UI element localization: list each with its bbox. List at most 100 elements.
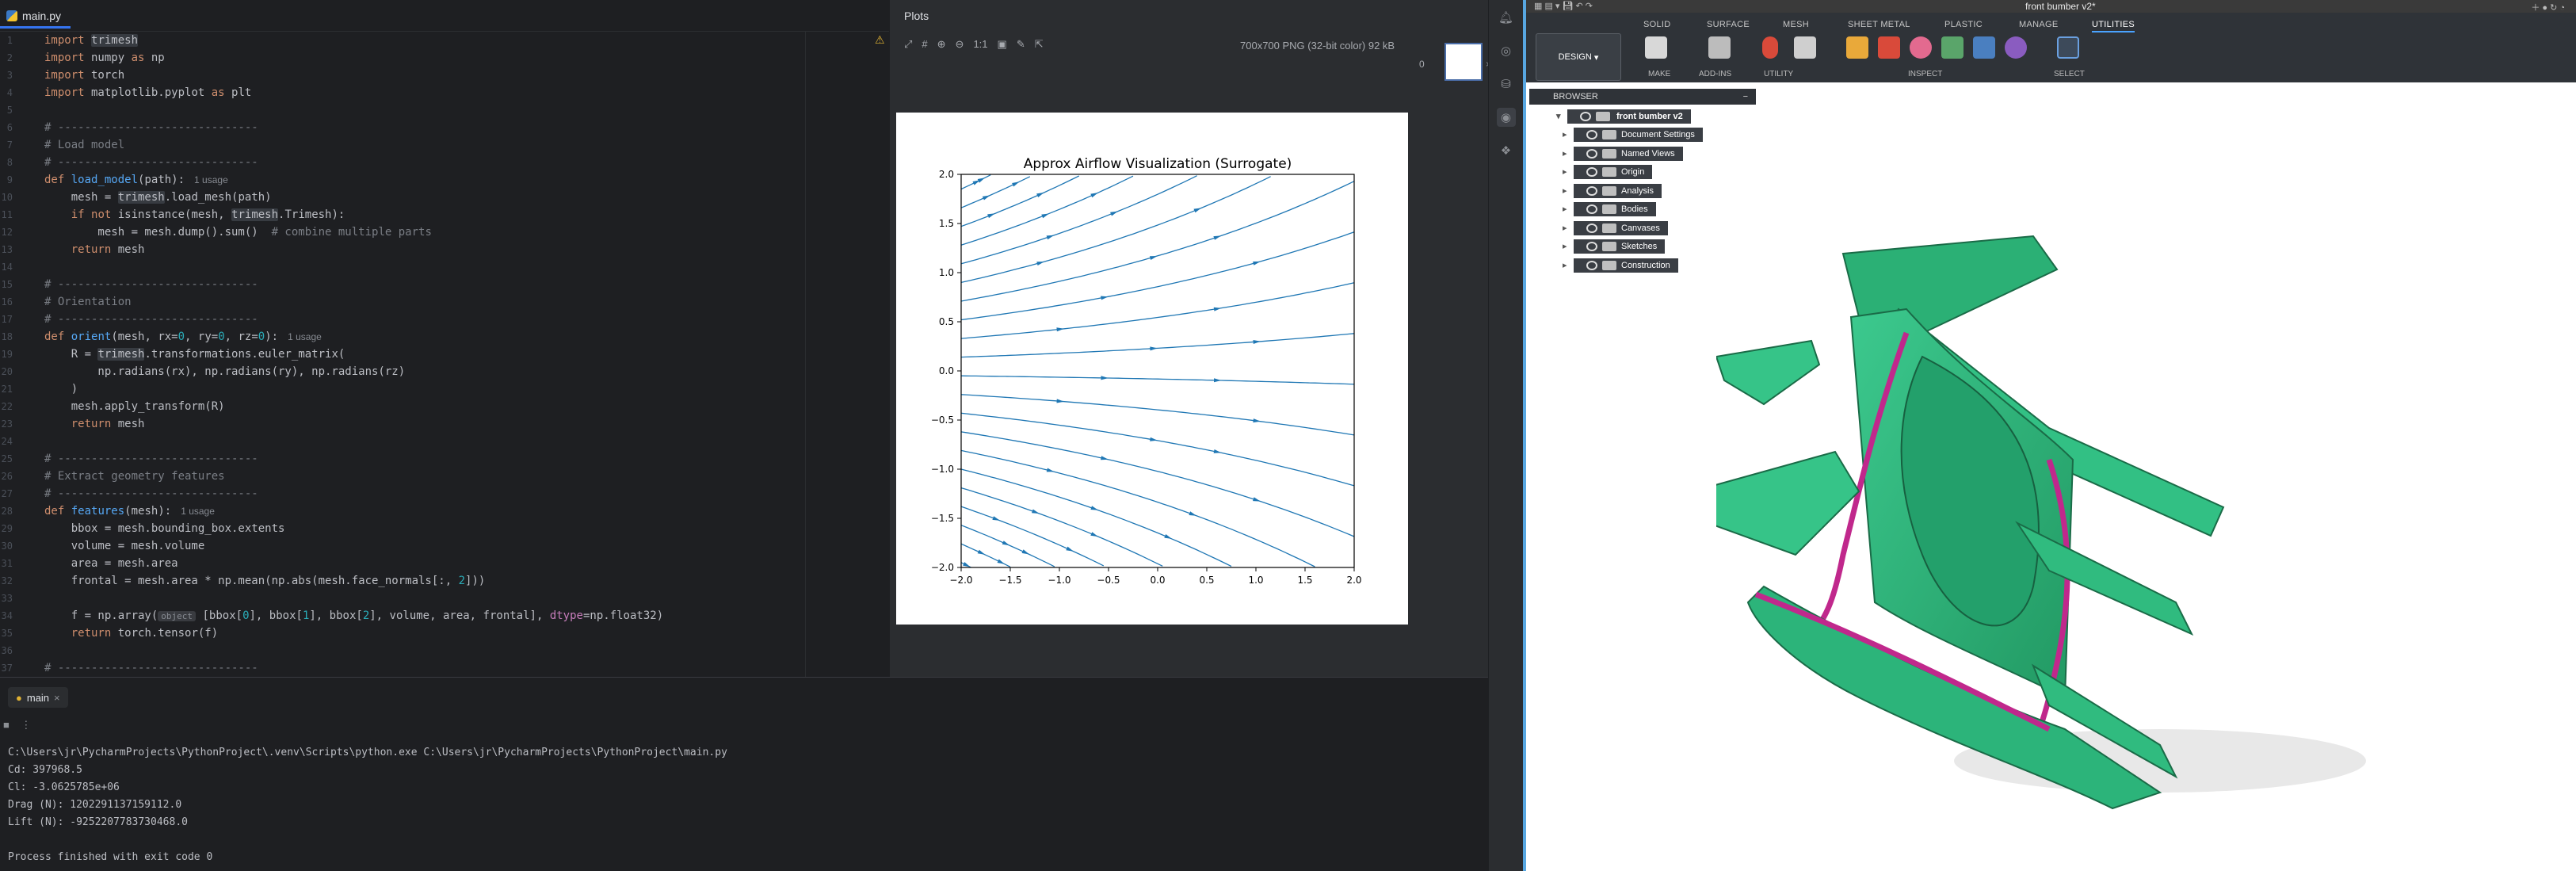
warning-icon[interactable]: ⚠ [875,33,885,47]
code-line[interactable]: import trimesh [44,32,837,49]
browser-header[interactable]: BROWSER − [1529,89,1756,105]
code-line[interactable]: volume = mesh.volume [44,537,837,555]
zoom-in-icon[interactable]: ⊕ [937,38,946,51]
code-line[interactable]: # ------------------------------ [44,154,837,171]
tree-item[interactable]: ▸ Analysis [1563,183,1662,198]
code-line[interactable]: # Extract geometry features [44,468,837,485]
group-select[interactable]: SELECT [2054,70,2085,78]
code-line[interactable] [44,433,837,450]
section-icon[interactable] [1973,36,1995,59]
code-editor[interactable]: 1 2 3 4 5 6 7 8 9 10 11 12 13 14 15 16 17 18 19 20 21 22 23 24 2… [0,32,889,677]
plots-tool-icon[interactable]: ◉ [1496,108,1516,127]
eye-icon[interactable] [1580,112,1591,121]
group-make[interactable]: MAKE [1648,70,1670,78]
code-line[interactable]: # ------------------------------ [44,659,837,677]
select-icon[interactable] [2057,36,2079,59]
group-add-ins[interactable]: ADD-INS [1699,70,1731,78]
code-line[interactable]: # ------------------------------ [44,450,837,468]
code-line[interactable]: import torch [44,67,837,84]
file-tab-main[interactable]: main.py [0,5,71,29]
code-line[interactable]: return mesh [44,241,837,258]
run-tab-main[interactable]: ● main × [8,687,68,708]
tree-item[interactable]: ▸ Canvases [1563,220,1668,235]
app-menu-icon[interactable]: ▦ ▤ ▾ 💾︎ ↶ ↷ [1534,1,1593,11]
code-line[interactable]: def orient(mesh, rx=0, ry=0, rz=0): 1 usa… [44,328,837,346]
code-line[interactable]: # Load model [44,136,837,154]
code-line[interactable]: if not isinstance(mesh, trimesh.Trimesh)… [44,206,837,223]
collapse-icon[interactable]: − [1743,89,1748,105]
tree-item[interactable]: ▸ Document Settings [1563,128,1703,142]
color-picker-icon[interactable]: ✎ [1017,38,1025,51]
code-line[interactable]: return torch.tensor(f) [44,625,837,642]
add-ins-icon[interactable] [1708,36,1731,59]
tree-item[interactable]: ▸ Named Views [1563,146,1683,161]
grid-icon[interactable]: # [922,38,927,51]
code-line[interactable]: # Orientation [44,293,837,311]
zoom-out-icon[interactable]: ⊖ [956,38,964,51]
plot-thumbnail[interactable] [1444,43,1483,81]
code-line[interactable]: # ------------------------------ [44,485,837,502]
code-line[interactable]: np.radians(rx), np.radians(ry), np.radia… [44,363,837,380]
tree-item[interactable]: ▸ Origin [1563,165,1653,179]
code-line[interactable]: def features(mesh): 1 usage [44,502,837,520]
group-inspect[interactable]: INSPECT [1908,70,1942,78]
code-line[interactable]: f = np.array(object [bbox[0], bbox[1], b… [44,607,837,625]
tree-root[interactable]: ▾ front bumber v2 [1556,109,1691,124]
code-line[interactable] [44,590,837,607]
tab-utilities[interactable]: UTILITIES [2092,20,2135,32]
stop-icon[interactable]: ■ [3,719,10,731]
group-utility[interactable]: UTILITY [1764,70,1793,78]
database-icon[interactable]: ⛁ [1497,74,1516,94]
workspace-switcher[interactable]: DESIGN ▾ [1536,33,1621,81]
notifications-icon[interactable]: 🔔︎ [1497,8,1516,27]
code-line[interactable]: def load_model(path): 1 usage [44,171,837,189]
code-area[interactable]: import trimesh import numpy as np import t… [44,32,837,677]
caret-down-icon[interactable]: ▾ [1556,109,1561,124]
more-icon[interactable]: ⋮ [21,719,31,731]
tree-item[interactable]: ▸ Construction [1563,258,1678,273]
zebra-icon[interactable] [1941,36,1963,59]
code-line[interactable]: mesh = mesh.dump().sum() # combine multi… [44,223,837,241]
code-line[interactable]: # ------------------------------ [44,119,837,136]
traffic-light-icon[interactable] [1762,36,1778,59]
tab-surface[interactable]: SURFACE [1707,20,1750,29]
make-icon[interactable] [1645,36,1667,59]
code-line[interactable]: mesh.apply_transform(R) [44,398,837,415]
code-line[interactable]: import numpy as np [44,49,837,67]
code-line[interactable]: bbox = mesh.bounding_box.extents [44,520,837,537]
actual-size-button[interactable]: 1:1 [973,38,987,51]
tree-item[interactable]: ▸ Bodies [1563,202,1656,216]
close-icon[interactable]: × [54,692,60,704]
console-output[interactable]: C:\Users\jr\PycharmProjects\PythonProjec… [8,744,727,866]
ai-assistant-icon[interactable]: ◎ [1497,41,1516,60]
code-line[interactable]: ) [44,380,837,398]
code-line[interactable]: mesh = trimesh.load_mesh(path) [44,189,837,206]
code-line[interactable] [44,101,837,119]
display-component-icon[interactable] [2005,36,2027,59]
python-packages-icon[interactable]: ❖ [1497,141,1516,160]
tree-item[interactable]: ▸ Sketches [1563,239,1666,254]
fit-icon[interactable]: ⤢ [904,38,912,51]
3d-model-viewport[interactable] [1716,222,2414,871]
measure-icon[interactable] [1846,36,1868,59]
code-line[interactable]: # ------------------------------ [44,276,837,293]
code-line[interactable]: import matplotlib.pyplot as plt [44,84,837,101]
tab-manage[interactable]: MANAGE [2019,20,2058,29]
code-line[interactable]: return mesh [44,415,837,433]
export-icon[interactable]: ⇱ [1035,38,1044,51]
background-icon[interactable]: ▣ [998,38,1007,51]
code-line[interactable]: area = mesh.area [44,555,837,572]
tab-mesh[interactable]: MESH [1783,20,1809,29]
tab-plastic[interactable]: PLASTIC [1944,20,1983,29]
tab-sheet-metal[interactable]: SHEET METAL [1848,20,1910,29]
code-line[interactable] [44,642,837,659]
interference-icon[interactable] [1878,36,1900,59]
code-line[interactable]: frontal = mesh.area * np.mean(np.abs(mes… [44,572,837,590]
utility-icon[interactable] [1794,36,1816,59]
code-line[interactable]: # ------------------------------ [44,311,837,328]
code-line[interactable]: R = trimesh.transformations.euler_matrix… [44,346,837,363]
tab-solid[interactable]: SOLID [1643,20,1671,29]
curvature-icon[interactable] [1910,36,1932,59]
code-line[interactable] [44,258,837,276]
titlebar-actions[interactable]: ＋ ● ↻ ◔ [2531,1,2565,13]
